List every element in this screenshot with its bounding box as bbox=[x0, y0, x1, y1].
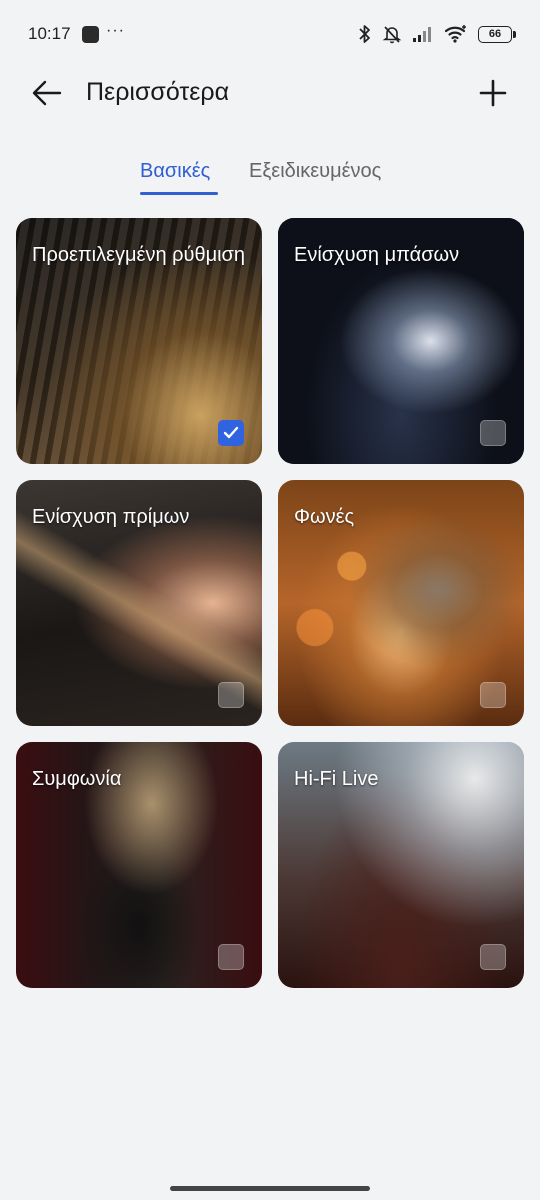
preset-label: Φωνές bbox=[294, 506, 355, 528]
tab-advanced[interactable]: Εξειδικευμένος bbox=[249, 160, 381, 183]
add-button[interactable] bbox=[474, 74, 512, 112]
preset-card-vocals[interactable]: Φωνές bbox=[278, 480, 524, 726]
preset-card-bass-boost[interactable]: Ενίσχυση μπάσων bbox=[278, 218, 524, 464]
preset-card-symphony[interactable]: Συμφωνία bbox=[16, 742, 262, 988]
status-time: 10:17 bbox=[28, 24, 71, 43]
preset-card-treble-boost[interactable]: Ενίσχυση πρίμων bbox=[16, 480, 262, 726]
preset-checkbox-checked[interactable] bbox=[218, 420, 244, 446]
tab-indicator bbox=[140, 192, 218, 195]
plus-icon bbox=[479, 79, 507, 107]
preset-checkbox[interactable] bbox=[218, 944, 244, 970]
arrow-left-icon bbox=[32, 80, 62, 106]
preset-checkbox[interactable] bbox=[480, 682, 506, 708]
status-icons: 66 bbox=[358, 22, 516, 46]
preset-checkbox[interactable] bbox=[480, 420, 506, 446]
check-icon bbox=[223, 426, 239, 439]
back-button[interactable] bbox=[28, 76, 66, 110]
preset-card-default[interactable]: Προεπιλεγμένη ρύθμιση bbox=[16, 218, 262, 464]
wifi-icon bbox=[444, 25, 466, 43]
preset-label: Ενίσχυση πρίμων bbox=[32, 506, 190, 528]
app-bar: Περισσότερα bbox=[0, 68, 540, 118]
bluetooth-icon bbox=[359, 25, 370, 43]
battery-icon: 66 bbox=[478, 25, 516, 43]
notification-icon bbox=[82, 26, 99, 43]
tab-basic[interactable]: Βασικές bbox=[140, 160, 210, 183]
preset-label: Συμφωνία bbox=[32, 768, 122, 790]
battery-level: 66 bbox=[488, 28, 502, 40]
more-notifications-icon: ··· bbox=[106, 22, 125, 39]
signal-icon bbox=[413, 27, 431, 42]
page-title: Περισσότερα bbox=[86, 78, 230, 106]
muted-bell-icon bbox=[382, 26, 402, 44]
preset-label: Ενίσχυση μπάσων bbox=[294, 244, 460, 266]
preset-checkbox[interactable] bbox=[218, 682, 244, 708]
status-bar: 10:17 ··· 66 bbox=[0, 0, 540, 68]
preset-checkbox[interactable] bbox=[480, 944, 506, 970]
tab-bar: Βασικές Εξειδικευμένος bbox=[0, 160, 540, 200]
home-indicator[interactable] bbox=[170, 1186, 370, 1191]
preset-label: Προεπιλεγμένη ρύθμιση bbox=[32, 244, 246, 266]
preset-label: Hi-Fi Live bbox=[294, 768, 379, 790]
preset-card-hifi-live[interactable]: Hi-Fi Live bbox=[278, 742, 524, 988]
